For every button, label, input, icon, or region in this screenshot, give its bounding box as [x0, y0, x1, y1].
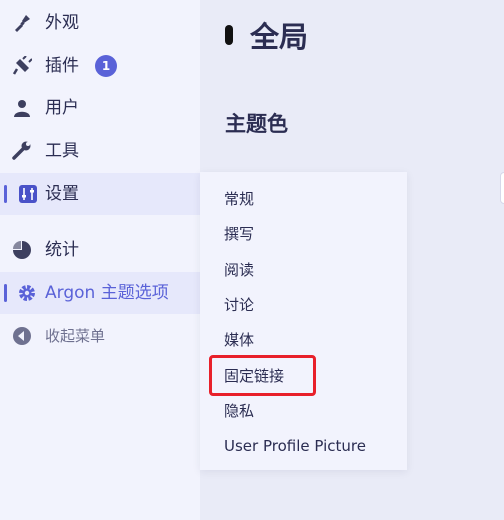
sidebar-item-users[interactable]: 用户	[0, 87, 200, 129]
admin-sidebar: 外观 插件 1 用户 工具 设置 统计 Argon 主题选项 收起菜单	[0, 0, 200, 520]
color-picker-card[interactable]	[500, 172, 504, 204]
submenu-item-media[interactable]: 媒体	[224, 330, 254, 350]
sidebar-item-label: Argon 主题选项	[45, 283, 169, 303]
permalinks-highlight-box	[209, 355, 316, 396]
submenu-item-writing[interactable]: 撰写	[224, 224, 254, 244]
sidebar-item-label: 设置	[45, 184, 79, 204]
sidebar-item-appearance[interactable]: 外观	[0, 2, 200, 44]
paint-brush-icon	[12, 13, 32, 33]
sidebar-item-label: 收起菜单	[45, 327, 106, 345]
sidebar-collapse-menu[interactable]: 收起菜单	[0, 315, 200, 357]
sidebar-item-label: 用户	[45, 98, 79, 118]
sidebar-item-label: 工具	[45, 141, 79, 161]
sidebar-item-plugins[interactable]: 插件 1	[0, 45, 200, 87]
settings-sliders-icon	[18, 184, 38, 204]
sidebar-item-label: 统计	[45, 240, 79, 260]
sidebar-item-argon-theme-options[interactable]: Argon 主题选项	[0, 272, 200, 314]
gear-icon	[17, 283, 37, 303]
page-title: 全局	[250, 20, 309, 54]
title-accent-bar	[225, 25, 233, 45]
wrench-icon	[12, 141, 32, 161]
user-icon	[12, 98, 32, 118]
submenu-item-user-profile-picture[interactable]: User Profile Picture	[224, 436, 366, 456]
submenu-item-privacy[interactable]: 隐私	[224, 401, 254, 421]
section-title: 主题色	[225, 112, 288, 136]
pie-chart-icon	[12, 240, 32, 260]
submenu-item-general[interactable]: 常规	[224, 189, 254, 209]
settings-submenu: 常规 撰写 阅读 讨论 媒体 固定链接 隐私 User Profile Pict…	[200, 172, 407, 470]
active-indicator	[4, 284, 7, 302]
active-indicator	[4, 185, 7, 203]
sidebar-item-settings[interactable]: 设置	[0, 173, 200, 215]
sidebar-item-statistics[interactable]: 统计	[0, 229, 200, 271]
sidebar-item-tools[interactable]: 工具	[0, 130, 200, 172]
sidebar-item-label: 外观	[45, 13, 79, 33]
sidebar-item-label: 插件	[45, 56, 79, 76]
plug-icon	[12, 56, 32, 76]
update-count-badge: 1	[95, 55, 117, 77]
collapse-arrow-icon	[12, 326, 32, 346]
submenu-item-discussion[interactable]: 讨论	[224, 295, 254, 315]
submenu-item-reading[interactable]: 阅读	[224, 260, 254, 280]
